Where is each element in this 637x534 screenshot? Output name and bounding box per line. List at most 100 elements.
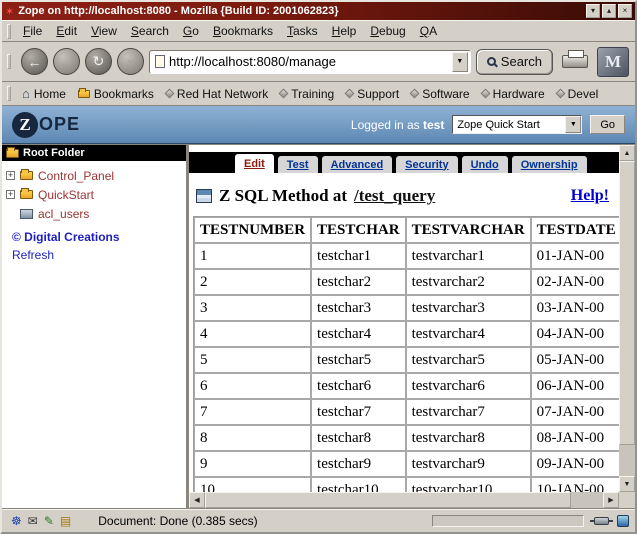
- tree-item-quickstart[interactable]: + QuickStart: [6, 185, 184, 204]
- back-button[interactable]: ←: [21, 48, 48, 75]
- security-icon[interactable]: [617, 515, 629, 527]
- root-folder-header[interactable]: Root Folder: [2, 145, 186, 161]
- quick-start-select[interactable]: Zope Quick Start ▼: [452, 115, 582, 134]
- close-button[interactable]: ×: [618, 4, 632, 18]
- table-cell: testchar4: [311, 321, 406, 347]
- refresh-link[interactable]: Refresh: [12, 248, 54, 262]
- tab-ownership[interactable]: Ownership: [511, 155, 588, 173]
- tab-security[interactable]: Security: [395, 155, 458, 173]
- scroll-right-icon[interactable]: ▶: [603, 492, 619, 508]
- bookmark-home[interactable]: ⌂ Home: [16, 87, 72, 101]
- table-cell: 8: [194, 425, 311, 451]
- object-path-link[interactable]: /test_query: [354, 186, 435, 206]
- minimize-button[interactable]: ▾: [586, 4, 600, 18]
- menu-item[interactable]: Go: [176, 21, 206, 41]
- table-cell: testvarchar9: [406, 451, 531, 477]
- go-button[interactable]: Go: [590, 115, 625, 134]
- table-cell: 07-JAN-00: [531, 399, 619, 425]
- bookmark-icon: [345, 89, 355, 99]
- tab-test[interactable]: Test: [277, 155, 319, 173]
- zope-logo[interactable]: Z OPE: [12, 112, 80, 138]
- table-cell: 10: [194, 477, 311, 492]
- tab-undo[interactable]: Undo: [461, 155, 509, 173]
- mail-icon[interactable]: ✉: [25, 515, 41, 527]
- sidebar-links: © Digital Creations Refresh: [2, 225, 186, 264]
- table-cell: testvarchar10: [406, 477, 531, 492]
- forward-button[interactable]: →: [53, 48, 80, 75]
- table-row: 4 testchar4 testvarchar4 04-JAN-00: [194, 321, 619, 347]
- titlebar[interactable]: ✶ Zope on http://localhost:8080 - Mozill…: [2, 2, 635, 20]
- maximize-button[interactable]: ▴: [602, 4, 616, 18]
- chevron-down-icon[interactable]: ▼: [565, 116, 581, 133]
- tree-item-acl-users[interactable]: acl_users: [6, 204, 184, 223]
- search-button-label: Search: [501, 54, 542, 69]
- print-button[interactable]: [562, 55, 588, 68]
- scroll-left-icon[interactable]: ◀: [189, 492, 205, 508]
- digital-creations-link[interactable]: © Digital Creations: [12, 230, 120, 244]
- addressbook-icon[interactable]: ▤: [57, 515, 74, 527]
- zope-navigation-sidebar: Root Folder + Control_Panel + QuickStart…: [2, 145, 189, 508]
- bookmark-software[interactable]: Software: [405, 87, 475, 101]
- vertical-scrollbar[interactable]: ▲ ▼: [619, 145, 635, 492]
- table-row: 3 testchar3 testvarchar3 03-JAN-00: [194, 295, 619, 321]
- menu-item[interactable]: QA: [413, 21, 444, 41]
- stop-button[interactable]: ×: [117, 48, 144, 75]
- scroll-up-icon[interactable]: ▲: [619, 145, 635, 161]
- folder-icon: [78, 90, 90, 98]
- bookmark-training[interactable]: Training: [274, 87, 340, 101]
- expand-icon[interactable]: +: [6, 171, 15, 180]
- column-header: TESTDATE: [531, 217, 619, 243]
- table-row: 7 testchar7 testvarchar7 07-JAN-00: [194, 399, 619, 425]
- table-row: 1 testchar1 testvarchar1 01-JAN-00: [194, 243, 619, 269]
- toolbar-grippy[interactable]: [7, 24, 11, 39]
- zope-header: Z OPE Logged in as test Zope Quick Start…: [2, 106, 635, 144]
- menu-item[interactable]: Bookmarks: [206, 21, 280, 41]
- tab-edit[interactable]: Edit: [234, 153, 275, 173]
- scroll-down-icon[interactable]: ▼: [619, 476, 635, 492]
- table-cell: 7: [194, 399, 311, 425]
- tab-advanced[interactable]: Advanced: [321, 155, 394, 173]
- bookmark-bookmarks[interactable]: Bookmarks: [72, 87, 160, 101]
- navigator-icon[interactable]: ☸: [8, 515, 25, 527]
- tree-item-control-panel[interactable]: + Control_Panel: [6, 166, 184, 185]
- reload-button[interactable]: ↻: [85, 48, 112, 75]
- mozilla-throbber-icon[interactable]: M: [597, 47, 629, 77]
- menu-item[interactable]: Search: [124, 21, 176, 41]
- table-cell: testvarchar8: [406, 425, 531, 451]
- table-cell: testchar6: [311, 373, 406, 399]
- toolbar-grippy[interactable]: [7, 86, 11, 101]
- bookmark-developers[interactable]: Devel: [551, 87, 605, 101]
- toolbar-grippy[interactable]: [7, 54, 11, 69]
- menu-item[interactable]: Edit: [49, 21, 84, 41]
- vertical-scroll-thumb[interactable]: [619, 161, 635, 445]
- online-status-icon[interactable]: [594, 517, 609, 525]
- horizontal-scrollbar[interactable]: ◀ ▶: [189, 492, 619, 508]
- url-dropdown-icon[interactable]: ▼: [452, 52, 468, 72]
- bookmark-redhat-network[interactable]: Red Hat Network: [160, 87, 274, 101]
- table-cell: 1: [194, 243, 311, 269]
- bookmark-hardware[interactable]: Hardware: [476, 87, 551, 101]
- bookmark-support[interactable]: Support: [340, 87, 405, 101]
- menu-item[interactable]: Tasks: [280, 21, 325, 41]
- menu-item[interactable]: Help: [325, 21, 364, 41]
- page-heading: Z SQL Method at /test_query Help!: [196, 186, 609, 206]
- table-cell: testvarchar3: [406, 295, 531, 321]
- vertical-scroll-track[interactable]: [619, 161, 635, 476]
- menu-item[interactable]: View: [84, 21, 124, 41]
- menu-item[interactable]: Debug: [363, 21, 412, 41]
- expand-icon[interactable]: +: [6, 190, 15, 199]
- menu-item[interactable]: File: [16, 21, 49, 41]
- logged-in-status: Logged in as test: [351, 118, 444, 132]
- personal-toolbar: ⌂ Home Bookmarks Red Hat Network Trainin…: [2, 82, 635, 106]
- help-link[interactable]: Help!: [571, 187, 609, 205]
- table-cell: 3: [194, 295, 311, 321]
- horizontal-scroll-thumb[interactable]: [205, 492, 571, 508]
- horizontal-scroll-track[interactable]: [205, 492, 603, 508]
- window-menu-icon[interactable]: ✶: [5, 5, 14, 18]
- url-input[interactable]: [169, 54, 448, 69]
- composer-icon[interactable]: ✎: [41, 515, 57, 527]
- navigation-toolbar: ← → ↻ × ▼ Search M: [2, 42, 635, 82]
- search-button[interactable]: Search: [476, 49, 553, 75]
- page-proxy-icon[interactable]: [155, 55, 165, 68]
- folder-icon: [20, 171, 33, 180]
